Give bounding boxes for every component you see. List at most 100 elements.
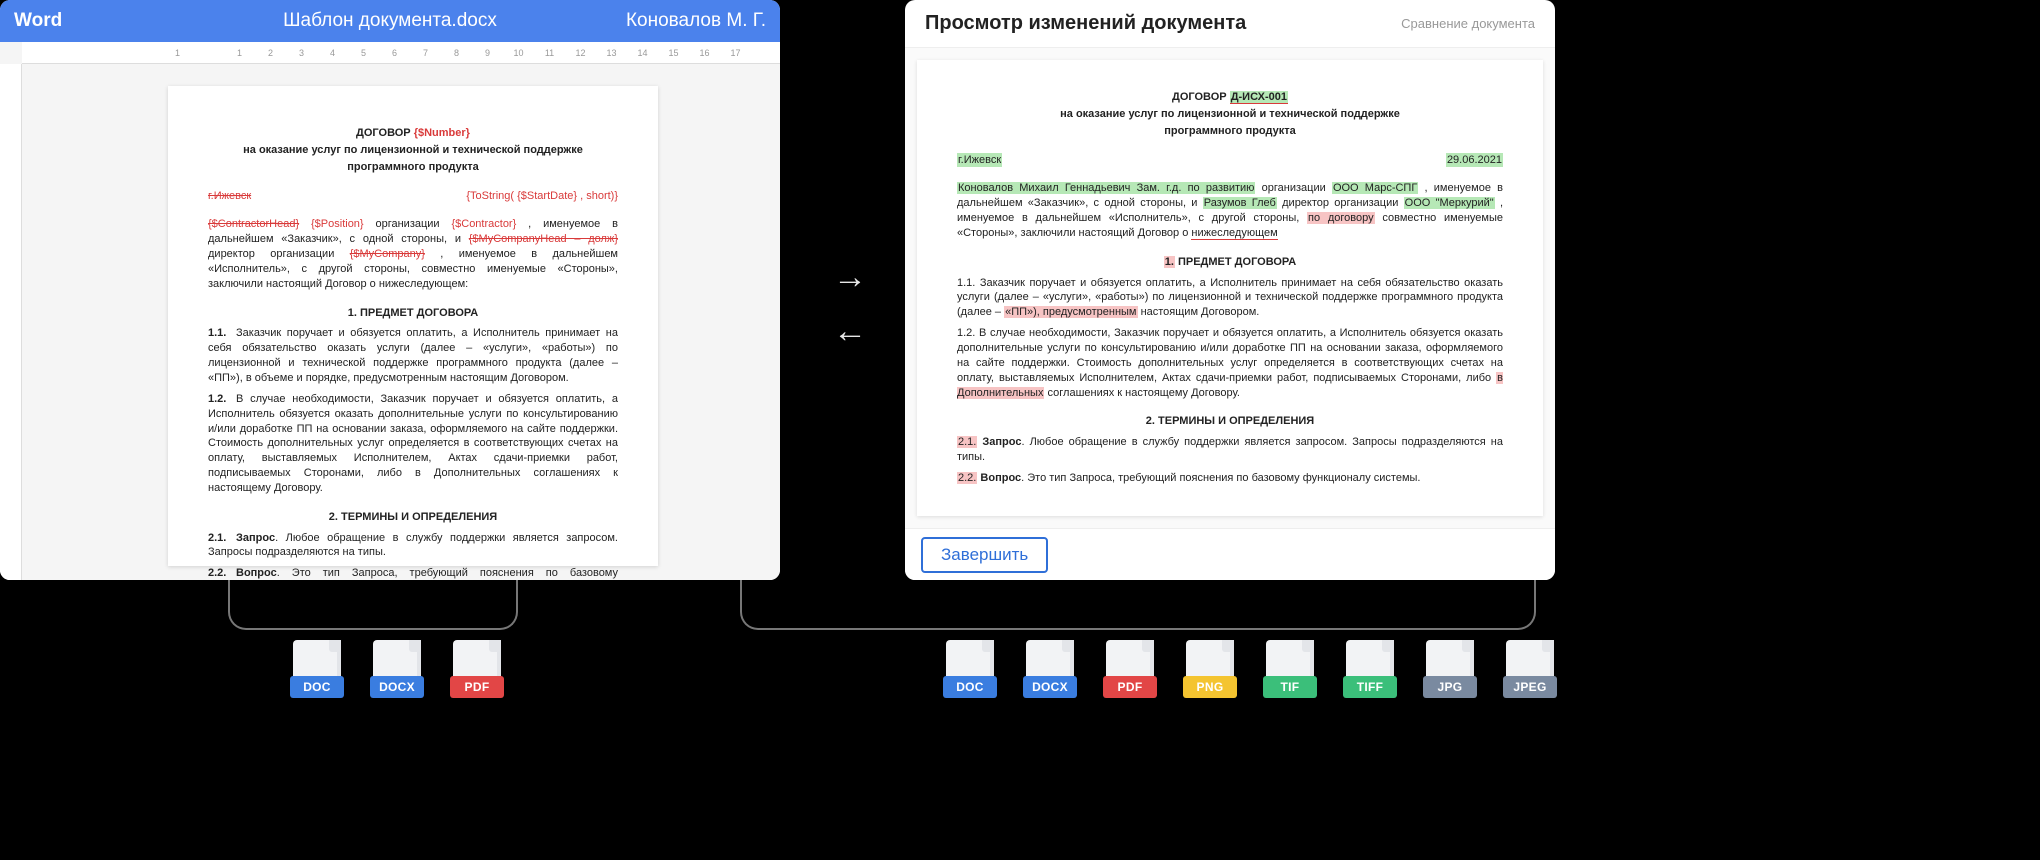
- item-lead: Запрос: [236, 532, 275, 544]
- file-type-label: DOCX: [370, 676, 424, 698]
- placeholder-date: {ToString( {$StartDate} , short)}: [466, 189, 618, 204]
- connector-left: [228, 580, 518, 630]
- finish-button[interactable]: Завершить: [921, 537, 1048, 573]
- diff-item-12: 1.2. В случае необходимости, Заказчик по…: [957, 326, 1503, 400]
- doc-title: ДОГОВОР {$Number}: [208, 126, 618, 141]
- file-type-doc: DOC: [290, 640, 344, 704]
- export-formats-left: DOC DOCX PDF: [290, 640, 504, 704]
- file-type-tiff: TIFF: [1343, 640, 1397, 704]
- item-2-2: 2.2.Вопрос. Это тип Запроса, требующий п…: [208, 566, 618, 580]
- diff-title: Просмотр изменений документа: [925, 12, 1246, 35]
- transfer-arrows: → ←: [820, 250, 880, 359]
- word-window: Word Шаблон документа.docx Коновалов М. …: [0, 0, 780, 580]
- diff-item-21: 2.1. Запрос. Любое обращение в службу по…: [957, 435, 1503, 465]
- file-type-docx: DOCX: [1023, 640, 1077, 704]
- arrow-right-icon: →: [820, 250, 880, 304]
- diff-changed: нижеследующем: [1191, 227, 1277, 240]
- file-name: Шаблон документа.docx: [234, 10, 546, 32]
- diff-window: Просмотр изменений документа Сравнение д…: [905, 0, 1555, 580]
- item-lead: Запрос: [982, 436, 1021, 448]
- editor-surface: 11234567891011121314151617 ДОГОВОР {$Num…: [0, 42, 780, 580]
- item-2-1: 2.1.Запрос. Любое обращение в службу под…: [208, 531, 618, 561]
- ruler-horizontal[interactable]: 11234567891011121314151617: [22, 42, 780, 64]
- ph-mycompany: {$MyCompany}: [350, 248, 425, 260]
- ph-position: {$Position}: [311, 218, 364, 230]
- ruler-vertical[interactable]: [0, 64, 22, 580]
- diff-added: ООО Марс-СПГ: [1332, 182, 1418, 194]
- file-type-pdf: PDF: [1103, 640, 1157, 704]
- diff-body: ДОГОВОР Д-ИСХ-001 на оказание услуг по л…: [905, 48, 1555, 528]
- connector-right: [740, 580, 1536, 630]
- diff-removed: 2.2.: [957, 472, 977, 484]
- txt: директор организации: [208, 248, 350, 260]
- file-type-label: DOC: [290, 676, 344, 698]
- txt: 1.2. В случае необходимости, Заказчик по…: [957, 327, 1503, 384]
- diff-sub2: программного продукта: [957, 124, 1503, 139]
- txt: организации: [375, 218, 451, 230]
- section-2-heading: 2. ТЕРМИНЫ И ОПРЕДЕЛЕНИЯ: [208, 510, 618, 525]
- txt: . Любое обращение в службу поддержки явл…: [957, 436, 1503, 463]
- diff-sub1: на оказание услуг по лицензионной и техн…: [957, 107, 1503, 122]
- file-type-pdf: PDF: [450, 640, 504, 704]
- document-page[interactable]: ДОГОВОР {$Number} на оказание услуг по л…: [168, 86, 658, 566]
- diff-preamble: Коновалов Михаил Геннадьевич Зам. г.д. п…: [957, 181, 1503, 240]
- diff-added: Разумов Глеб: [1203, 197, 1277, 209]
- word-titlebar: Word Шаблон документа.docx Коновалов М. …: [0, 0, 780, 42]
- doc-preamble: {$ContractorHead} {$Position} организаци…: [208, 217, 618, 291]
- arrow-left-icon: ←: [820, 304, 880, 358]
- section-1-heading: 1. ПРЕДМЕТ ДОГОВОРА: [208, 306, 618, 321]
- diff-sect-1: 1. ПРЕДМЕТ ДОГОВОРА: [957, 255, 1503, 270]
- ph-contractor-head: {$ContractorHead}: [208, 218, 299, 230]
- item-1-1: 1.1.Заказчик поручает и обязуется оплати…: [208, 326, 618, 385]
- txt: соглашениях к настоящему Договору.: [1048, 387, 1240, 399]
- item-lead: Вопрос: [980, 472, 1021, 484]
- item-text: Заказчик поручает и обязуется оплатить, …: [208, 327, 618, 384]
- file-type-jpeg: JPEG: [1503, 640, 1557, 704]
- txt: ДОГОВОР: [1172, 91, 1230, 103]
- diff-removed: по договору: [1307, 212, 1375, 224]
- diff-city-date: г.Ижевск 29.06.2021: [957, 153, 1503, 168]
- file-type-label: TIF: [1263, 676, 1317, 698]
- file-type-label: TIFF: [1343, 676, 1397, 698]
- diff-date: 29.06.2021: [1446, 153, 1503, 168]
- file-type-doc: DOC: [943, 640, 997, 704]
- item-num: 1.2.: [208, 392, 236, 407]
- file-type-label: DOC: [943, 676, 997, 698]
- diff-city: г.Ижевск: [957, 153, 1002, 168]
- file-type-label: PDF: [450, 676, 504, 698]
- file-type-jpg: JPG: [1423, 640, 1477, 704]
- txt: директор организации: [1282, 197, 1404, 209]
- placeholder-number: {$Number}: [414, 127, 470, 139]
- diff-header: Просмотр изменений документа Сравнение д…: [905, 0, 1555, 48]
- ph-mycompany-head: {$MyCompanyHead – долж}: [469, 233, 618, 245]
- file-type-label: JPEG: [1503, 676, 1557, 698]
- diff-added: Коновалов Михаил Геннадьевич Зам. г.д. п…: [957, 182, 1255, 194]
- diff-item-22: 2.2. Вопрос. Это тип Запроса, требующий …: [957, 471, 1503, 486]
- diff-footer: Завершить: [905, 528, 1555, 580]
- diff-sect-2: 2. ТЕРМИНЫ И ОПРЕДЕЛЕНИЯ: [957, 414, 1503, 429]
- placeholder-city: г.Ижевск: [208, 190, 251, 202]
- txt: ПРЕДМЕТ ДОГОВОРА: [1175, 256, 1296, 268]
- diff-removed: «ПП»), предусмотренным: [1004, 306, 1137, 318]
- app-name: Word: [14, 10, 234, 32]
- item-num: 2.1.: [208, 531, 236, 546]
- diff-added-number: Д-ИСХ-001: [1230, 91, 1288, 104]
- item-num: 2.2.: [208, 566, 236, 580]
- file-type-label: DOCX: [1023, 676, 1077, 698]
- diff-page[interactable]: ДОГОВОР Д-ИСХ-001 на оказание услуг по л…: [917, 60, 1543, 516]
- diff-added: ООО "Меркурий": [1404, 197, 1495, 209]
- diff-item-11: 1.1. Заказчик поручает и обязуется оплат…: [957, 276, 1503, 321]
- txt: настоящим Договором.: [1141, 306, 1260, 318]
- doc-subtitle-1: на оказание услуг по лицензионной и техн…: [208, 143, 618, 158]
- doc-title-text: ДОГОВОР: [356, 127, 414, 139]
- file-type-png: PNG: [1183, 640, 1237, 704]
- file-type-tif: TIF: [1263, 640, 1317, 704]
- item-num: 1.1.: [208, 326, 236, 341]
- file-type-docx: DOCX: [370, 640, 424, 704]
- item-lead: Вопрос: [236, 567, 277, 579]
- user-name: Коновалов М. Г.: [546, 10, 766, 32]
- diff-removed: 2.1.: [957, 436, 977, 448]
- item-text: В случае необходимости, Заказчик поручае…: [208, 393, 618, 494]
- export-formats-right: DOC DOCX PDF PNG TIF TIFF JPG JPEG: [943, 640, 1557, 704]
- file-type-label: PDF: [1103, 676, 1157, 698]
